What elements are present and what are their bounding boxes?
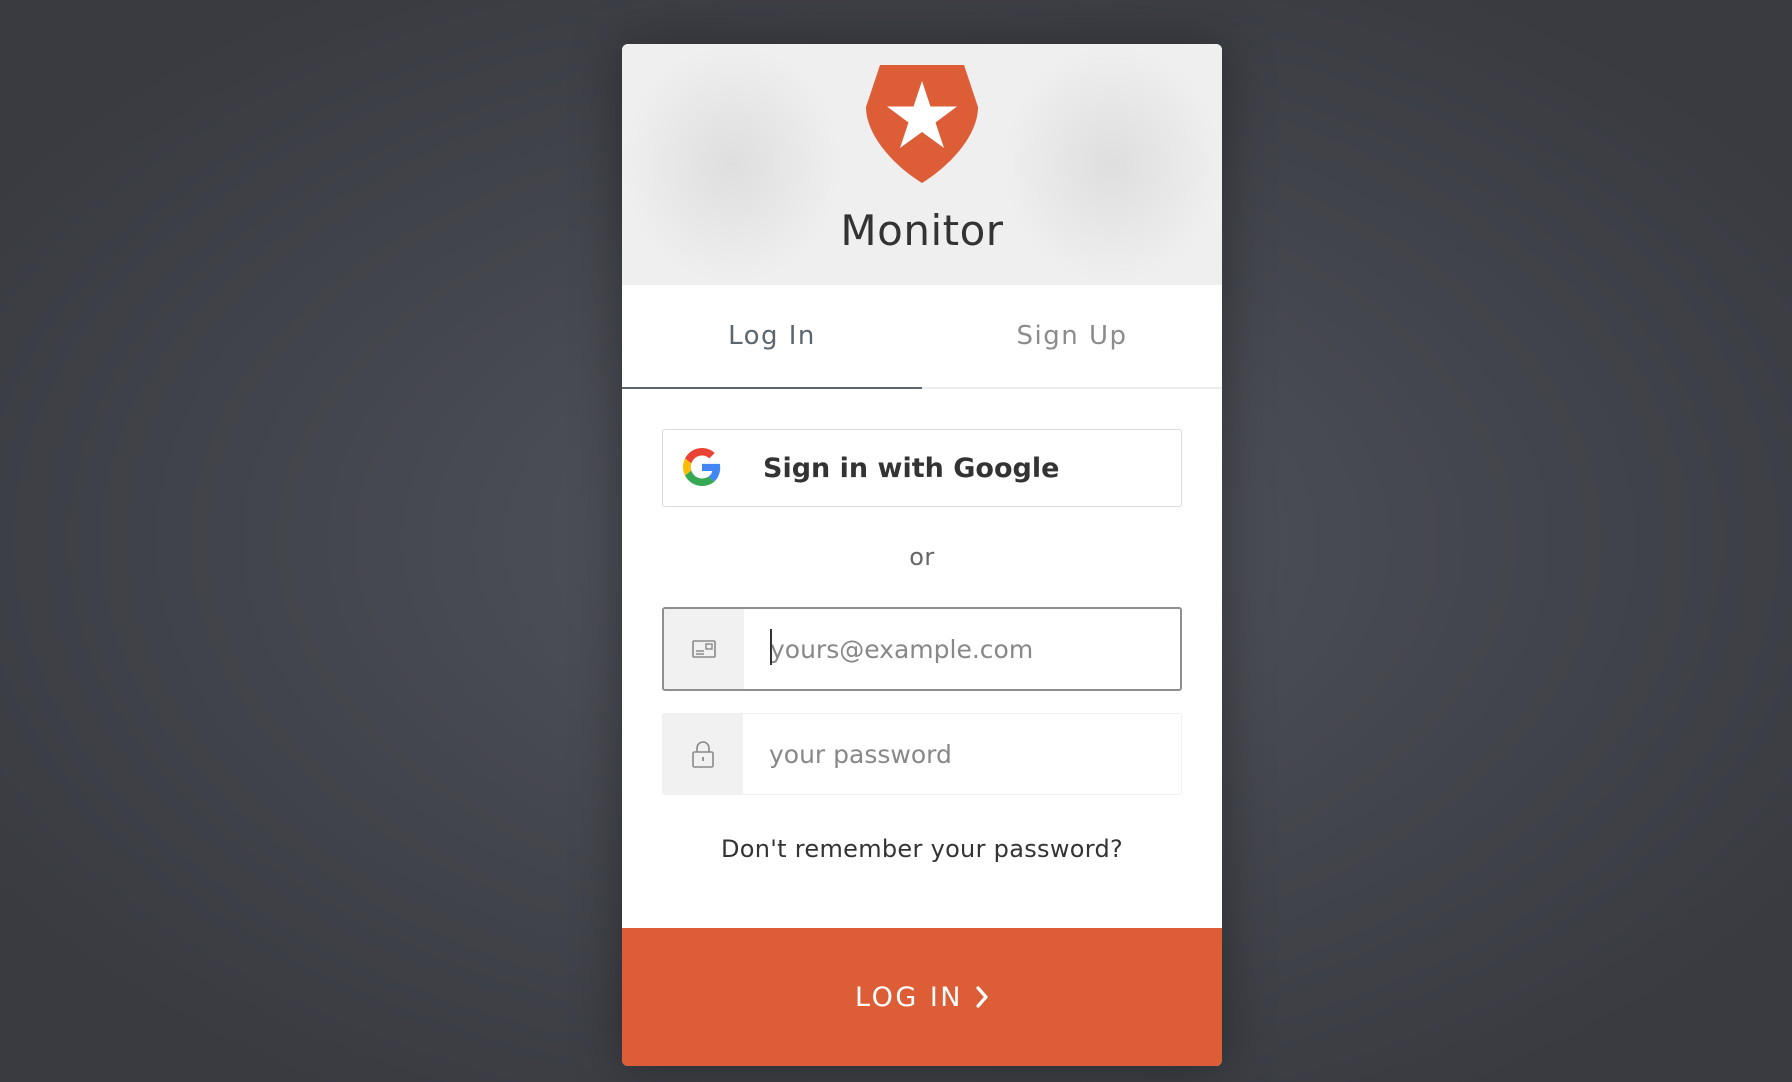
password-input[interactable] xyxy=(743,714,1181,794)
google-sign-in-button[interactable]: Sign in with Google xyxy=(662,429,1182,507)
google-icon xyxy=(683,448,721,486)
tab-log-in[interactable]: Log In xyxy=(622,285,922,389)
widget-header: Monitor xyxy=(622,44,1222,285)
login-widget: Monitor Log In Sign Up Sign in with Goog… xyxy=(622,44,1222,1066)
text-caret xyxy=(770,629,772,665)
shield-star-logo-icon xyxy=(866,65,978,183)
submit-label: LOG IN xyxy=(855,981,963,1013)
or-separator: or xyxy=(909,543,935,571)
chevron-right-icon xyxy=(976,986,988,1008)
google-sign-in-label: Sign in with Google xyxy=(763,452,1060,484)
email-icon-box xyxy=(664,609,744,689)
auth-tabs: Log In Sign Up xyxy=(622,285,1222,389)
forgot-password-link[interactable]: Don't remember your password? xyxy=(662,835,1182,863)
email-card-icon xyxy=(692,640,716,658)
form-body: Sign in with Google or yours@example.com… xyxy=(622,389,1222,863)
password-field-group xyxy=(662,713,1182,795)
password-icon-box xyxy=(663,714,743,794)
log-in-submit-button[interactable]: LOG IN xyxy=(622,928,1222,1066)
email-input-wrap xyxy=(744,609,1180,689)
lock-icon xyxy=(692,741,714,768)
app-title: Monitor xyxy=(840,206,1004,255)
tab-sign-up[interactable]: Sign Up xyxy=(922,285,1222,387)
email-field-group xyxy=(662,607,1182,691)
email-input[interactable] xyxy=(744,609,1180,689)
